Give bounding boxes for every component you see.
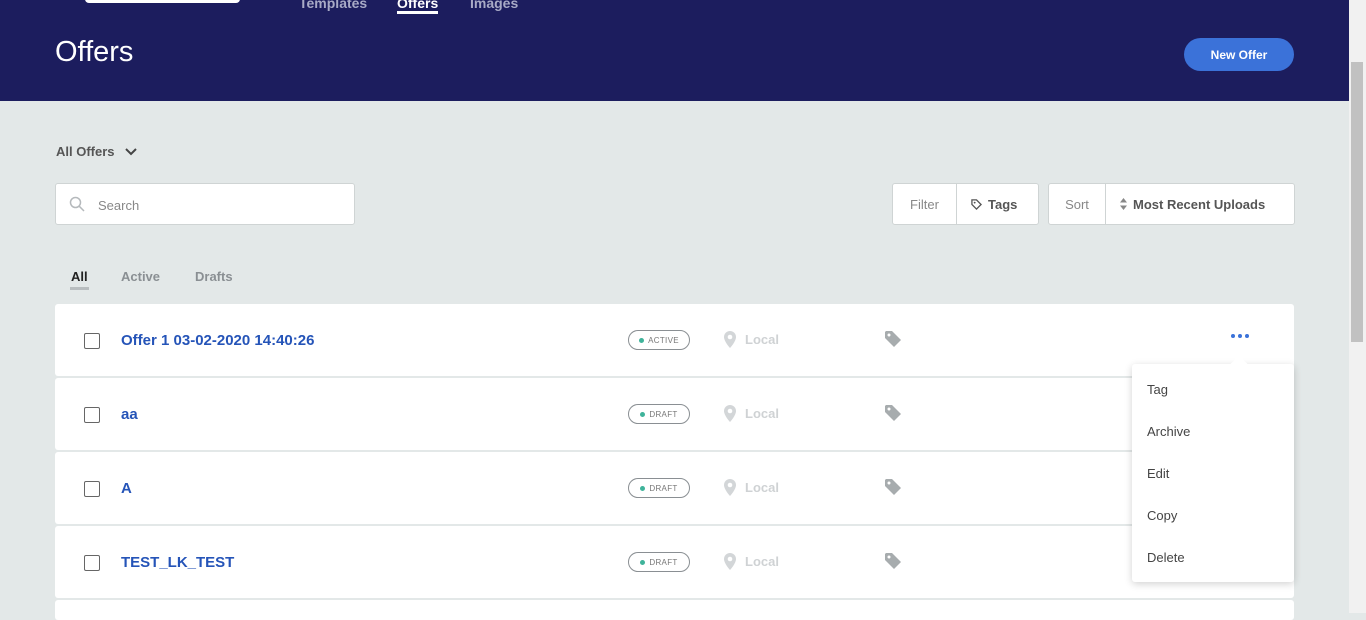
status-badge: DRAFT (628, 552, 690, 572)
location-text: Local (745, 406, 779, 421)
offer-row[interactable] (55, 600, 1294, 620)
chevron-down-icon (124, 147, 137, 155)
menu-item-edit[interactable]: Edit (1147, 466, 1169, 481)
nav-item-templates[interactable]: Templates (299, 0, 367, 12)
location-pin-icon (724, 479, 736, 496)
status-dot-icon (640, 485, 646, 491)
row-checkbox[interactable] (84, 555, 100, 571)
filter-value: Tags (988, 196, 1018, 212)
nav-item-images[interactable]: Images (470, 0, 518, 12)
sort-value: Most Recent Uploads (1133, 196, 1266, 212)
tab-all[interactable]: All (70, 269, 89, 290)
offer-title[interactable]: Offer 1 03-02-2020 14:40:26 (121, 332, 314, 349)
status-badge: ACTIVE (628, 330, 690, 350)
status-badge: DRAFT (628, 478, 690, 498)
status-dot-icon (640, 559, 646, 565)
location-text: Local (745, 554, 779, 569)
tag-icon[interactable] (885, 479, 901, 495)
filter-label: Filter (893, 184, 957, 224)
status-dot-icon (640, 411, 646, 417)
search-input[interactable] (96, 194, 340, 216)
offer-title[interactable]: A (121, 480, 132, 497)
menu-item-copy[interactable]: Copy (1147, 508, 1177, 523)
location: Local (724, 331, 779, 348)
status-text: ACTIVE (648, 335, 679, 345)
search-box[interactable] (55, 183, 355, 225)
sort-arrows-icon (1120, 198, 1127, 210)
tab-active[interactable]: Active (121, 269, 160, 284)
status-text: DRAFT (649, 409, 678, 419)
filter-control: Filter Tags (892, 183, 1039, 225)
status-dot-icon (639, 337, 645, 343)
row-checkbox[interactable] (84, 481, 100, 497)
header-bar: Templates Offers Images Offers New Offer (0, 0, 1349, 101)
offer-row[interactable]: A DRAFT Local (55, 452, 1294, 524)
sort-control: Sort Most Recent Uploads (1048, 183, 1295, 225)
sort-dropdown[interactable]: Most Recent Uploads (1106, 184, 1265, 224)
menu-item-tag[interactable]: Tag (1147, 382, 1168, 397)
location: Local (724, 479, 779, 496)
new-offer-button[interactable]: New Offer (1184, 38, 1294, 71)
global-search-input[interactable] (85, 0, 240, 3)
view-selector[interactable]: All Offers (56, 144, 137, 159)
row-context-menu: Tag Archive Edit Copy Delete (1132, 364, 1294, 582)
status-badge: DRAFT (628, 404, 690, 424)
offer-title[interactable]: TEST_LK_TEST (121, 554, 234, 571)
location-pin-icon (724, 331, 736, 348)
tag-icon[interactable] (885, 553, 901, 569)
search-icon (69, 196, 85, 212)
row-checkbox[interactable] (84, 407, 100, 423)
filter-tags-button[interactable]: Tags (957, 184, 1017, 224)
tag-icon (971, 198, 982, 210)
tag-icon[interactable] (885, 405, 901, 421)
status-text: DRAFT (649, 483, 678, 493)
location-text: Local (745, 480, 779, 495)
sort-label: Sort (1049, 184, 1106, 224)
nav-item-offers[interactable]: Offers (397, 0, 439, 14)
location-pin-icon (724, 553, 736, 570)
offer-title[interactable]: aa (121, 406, 138, 423)
tab-drafts[interactable]: Drafts (195, 269, 233, 284)
menu-item-archive[interactable]: Archive (1147, 424, 1190, 439)
page-title: Offers (55, 36, 134, 68)
location-pin-icon (724, 405, 736, 422)
status-text: DRAFT (649, 557, 678, 567)
location: Local (724, 553, 779, 570)
offer-row[interactable]: TEST_LK_TEST DRAFT Local (55, 526, 1294, 598)
view-selector-label: All Offers (56, 144, 115, 159)
tag-icon[interactable] (885, 331, 901, 347)
location: Local (724, 405, 779, 422)
offer-row[interactable]: Offer 1 03-02-2020 14:40:26 ACTIVE Local (55, 304, 1294, 376)
row-checkbox[interactable] (84, 333, 100, 349)
scrollbar-thumb[interactable] (1351, 62, 1363, 342)
more-options-icon[interactable] (1231, 334, 1249, 338)
offer-row[interactable]: aa DRAFT Local (55, 378, 1294, 450)
menu-item-delete[interactable]: Delete (1147, 550, 1185, 565)
location-text: Local (745, 332, 779, 347)
